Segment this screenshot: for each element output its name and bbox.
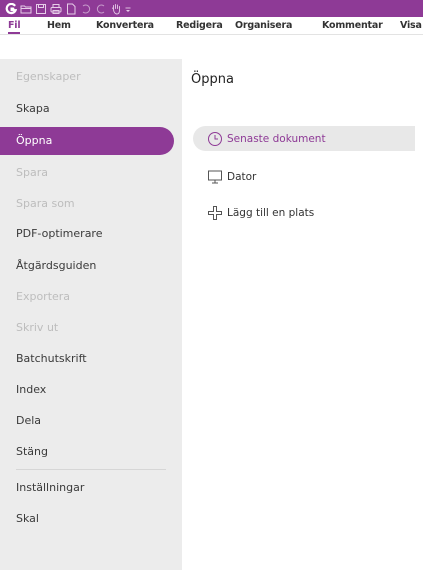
sidebar-item-oppna[interactable]: Öppna: [16, 134, 52, 147]
sidebar-item-atgardsguiden[interactable]: Åtgärdsguiden: [16, 259, 96, 272]
open-folder-icon[interactable]: [18, 2, 33, 16]
sidebar-item-installningar[interactable]: Inställningar: [16, 481, 84, 494]
menu-hem[interactable]: Hem: [47, 20, 71, 31]
sidebar-item-spara: Spara: [16, 166, 48, 179]
redo-icon[interactable]: [93, 2, 108, 16]
sidebar-item-skriv-ut: Skriv ut: [16, 321, 59, 334]
sidebar-item-stang[interactable]: Stäng: [16, 445, 48, 458]
sidebar-item-skapa[interactable]: Skapa: [16, 102, 50, 115]
new-document-icon[interactable]: [63, 2, 78, 16]
sidebar-item-dela[interactable]: Dela: [16, 414, 41, 427]
option-recent-documents[interactable]: Senaste dokument: [193, 126, 415, 151]
plus-icon: [207, 205, 223, 221]
customize-dropdown-icon[interactable]: [123, 2, 133, 16]
menu-bar: Fil Hem Konvertera Redigera Organisera K…: [0, 17, 423, 35]
option-add-place[interactable]: Lägg till en plats: [207, 203, 314, 223]
sidebar-item-index[interactable]: Index: [16, 383, 46, 396]
option-label: Lägg till en plats: [227, 207, 315, 219]
menu-organisera[interactable]: Organisera: [235, 20, 292, 31]
option-label: Senaste dokument: [227, 132, 326, 145]
menu-kommentar[interactable]: Kommentar: [322, 20, 383, 31]
sidebar-item-exportera: Exportera: [16, 290, 71, 303]
page-title: Öppna: [191, 72, 234, 87]
option-label: Dator: [227, 171, 257, 183]
menu-fil[interactable]: Fil: [8, 20, 21, 34]
sidebar-item-skal[interactable]: Skal: [16, 512, 39, 525]
clock-icon: [207, 131, 223, 147]
sidebar-item-pdf-optimerare[interactable]: PDF-optimerare: [16, 227, 102, 240]
menu-konvertera[interactable]: Konvertera: [96, 20, 154, 31]
app-logo-icon[interactable]: [3, 2, 18, 16]
undo-icon[interactable]: [78, 2, 93, 16]
sidebar-item-batchutskrift[interactable]: Batchutskrift: [16, 352, 87, 365]
menu-redigera[interactable]: Redigera: [176, 20, 223, 31]
sidebar-divider: [16, 469, 166, 470]
option-computer[interactable]: Dator: [207, 167, 256, 187]
hand-tool-icon[interactable]: [108, 2, 123, 16]
menu-visa[interactable]: Visa: [400, 20, 422, 31]
save-icon[interactable]: [33, 2, 48, 16]
sidebar-item-spara-som: Spara som: [16, 197, 75, 210]
title-bar: [0, 0, 423, 17]
sidebar-item-egenskaper: Egenskaper: [16, 70, 81, 83]
monitor-icon: [207, 169, 223, 185]
print-icon[interactable]: [48, 2, 63, 16]
